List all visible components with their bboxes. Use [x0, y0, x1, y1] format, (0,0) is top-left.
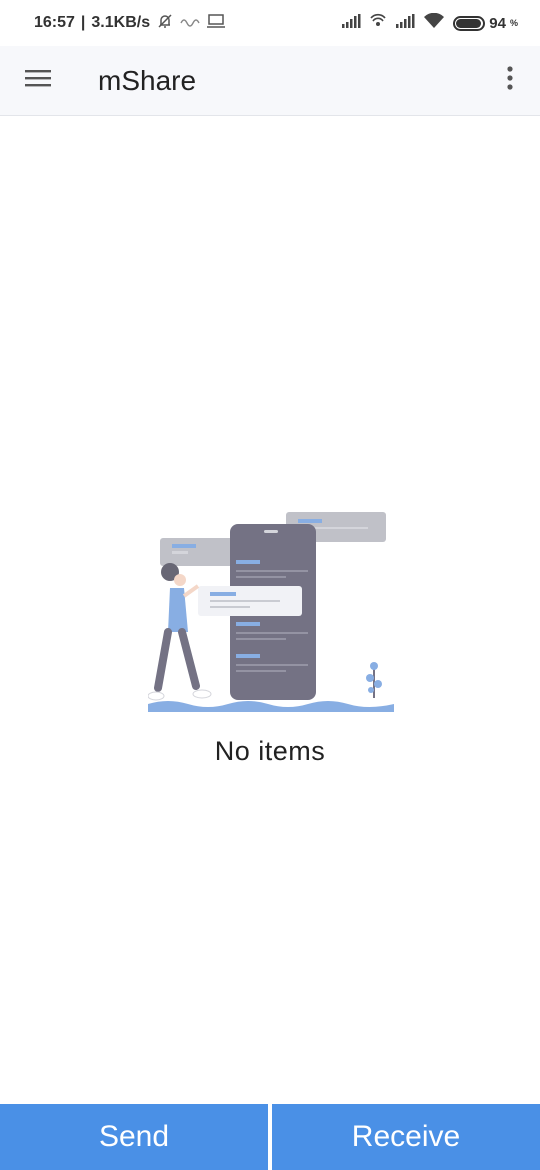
send-button[interactable]: Send	[0, 1104, 268, 1170]
more-vertical-icon	[507, 66, 513, 95]
mute-bell-icon	[156, 12, 174, 35]
empty-state-text: No items	[214, 736, 326, 766]
battery-level: 94	[489, 14, 506, 32]
empty-state-illustration	[148, 512, 394, 712]
status-time: 16:57	[34, 14, 75, 31]
signal-wave-icon	[180, 14, 200, 33]
status-bar: 16:57 | 3.1KB/s 94 %	[0, 0, 540, 46]
status-separator: |	[80, 14, 86, 31]
battery-icon	[453, 15, 486, 31]
bottom-action-bar: Send Receive	[0, 1104, 540, 1170]
status-left: 16:57 | 3.1KB/s	[34, 12, 226, 35]
laptop-icon	[206, 13, 226, 34]
cell-signal-icon	[395, 13, 415, 33]
receive-button[interactable]: Receive	[272, 1104, 540, 1170]
status-network-speed: 3.1KB/s	[91, 14, 151, 31]
hamburger-menu-button[interactable]	[0, 46, 76, 116]
hamburger-menu-icon	[25, 68, 51, 93]
status-right: 94 %	[341, 12, 518, 35]
app-title: mShare	[98, 64, 197, 96]
app-bar: mShare	[0, 46, 540, 116]
hotspot-icon	[369, 12, 387, 35]
battery-indicator: 94 %	[453, 15, 518, 32]
battery-unit: %	[509, 18, 518, 28]
wifi-icon	[423, 12, 445, 34]
more-options-button[interactable]	[480, 46, 540, 116]
cell-signal-icon	[341, 13, 361, 33]
